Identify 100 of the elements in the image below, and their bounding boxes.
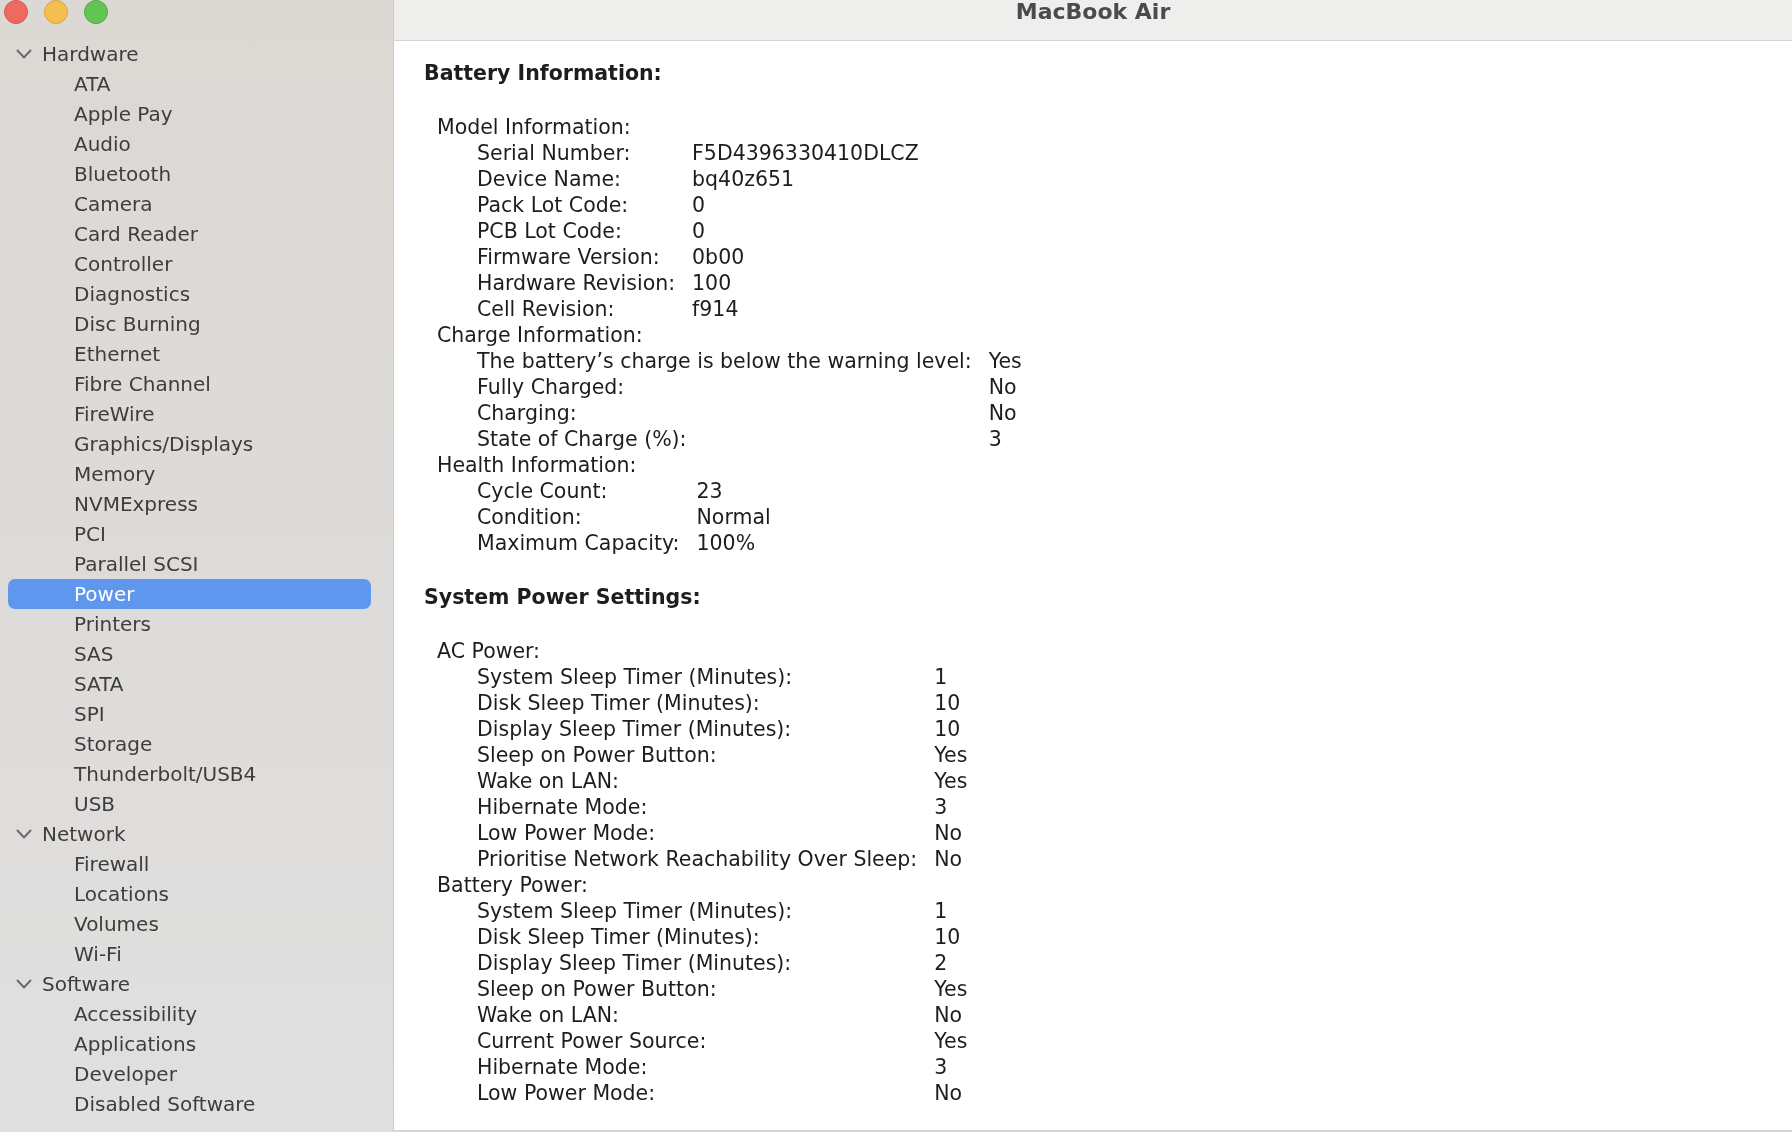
group-title: Health Information: (437, 452, 637, 478)
field-label: System Sleep Timer (Minutes): (476, 898, 794, 924)
field-value: No (934, 1080, 964, 1106)
group-title: Charge Information: (437, 322, 643, 348)
sidebar-item[interactable]: Accessibility (8, 999, 371, 1029)
chevron-icon[interactable] (16, 979, 32, 989)
sidebar-item[interactable]: SPI (8, 699, 371, 729)
sidebar-item[interactable]: FireWire (8, 399, 371, 429)
sidebar-item[interactable]: Developer (8, 1059, 371, 1089)
field-label: Sleep on Power Button: (476, 742, 718, 768)
field-label: Cell Revision: (476, 296, 616, 322)
field-value: Yes (988, 348, 1022, 374)
sidebar-item[interactable]: Apple Pay (8, 99, 371, 129)
sidebar-item[interactable]: Bluetooth (8, 159, 371, 189)
zoom-button[interactable] (84, 0, 108, 24)
field-label: Current Power Source: (476, 1028, 708, 1054)
field-value: Yes (934, 1028, 968, 1054)
sidebar-item[interactable]: ATA (8, 69, 371, 99)
field-label: State of Charge (%): (476, 426, 688, 452)
field-label: Charging: (476, 400, 578, 426)
field-label: Low Power Mode: (476, 820, 657, 846)
field-value: 2 (934, 950, 949, 976)
sidebar-item[interactable]: Disabled Software (8, 1089, 371, 1119)
sidebar-item[interactable]: Storage (8, 729, 371, 759)
field-label: Low Power Mode: (476, 1080, 657, 1106)
group-title: AC Power: (437, 638, 541, 664)
sidebar-item[interactable]: Firewall (8, 849, 371, 879)
field-value: No (988, 400, 1018, 426)
sidebar-item[interactable]: Diagnostics (8, 279, 371, 309)
field-label: Disk Sleep Timer (Minutes): (476, 924, 761, 950)
field-value: f914 (692, 296, 740, 322)
section-heading: System Power Settings: (424, 584, 701, 610)
field-value: 3 (934, 1054, 949, 1080)
field-label: Serial Number: (476, 140, 632, 166)
group-title: Model Information: (437, 114, 631, 140)
field-label: Pack Lot Code: (476, 192, 630, 218)
field-label: Sleep on Power Button: (476, 976, 718, 1002)
field-value: F5D4396330410DLCZ (692, 140, 919, 166)
field-label: Display Sleep Timer (Minutes): (476, 716, 793, 742)
field-value: No (988, 374, 1018, 400)
field-value: 23 (696, 478, 724, 504)
sidebar-item[interactable]: Card Reader (8, 219, 371, 249)
group-title: Battery Power: (437, 872, 588, 898)
field-label: Prioritise Network Reachability Over Sleep: (476, 846, 918, 872)
field-value: 10 (934, 716, 962, 742)
field-value: bq40z651 (692, 166, 796, 192)
sidebar-item[interactable]: Camera (8, 189, 371, 219)
field-label: Hibernate Mode: (476, 1054, 649, 1080)
field-value: 0 (692, 192, 707, 218)
field-label: System Sleep Timer (Minutes): (476, 664, 794, 690)
field-value: 3 (988, 426, 1003, 452)
sidebar-item[interactable]: Graphics/Displays (8, 429, 371, 459)
sidebar-item[interactable]: Thunderbolt/USB4 (8, 759, 371, 789)
sidebar-item[interactable]: Applications (8, 1029, 371, 1059)
field-value: Yes (934, 768, 968, 794)
sidebar-item[interactable]: NVMExpress (8, 489, 371, 519)
field-value: 100 (692, 270, 733, 296)
field-value: Yes (934, 742, 968, 768)
sidebar-category[interactable]: Network (8, 819, 371, 849)
sidebar-item[interactable]: Volumes (8, 909, 371, 939)
field-value: 1 (934, 664, 949, 690)
field-value: 3 (934, 794, 949, 820)
field-value: 0b00 (692, 244, 746, 270)
field-label: Hardware Revision: (476, 270, 676, 296)
field-value: Normal (696, 504, 771, 530)
field-value: 100% (696, 530, 757, 556)
field-value: 1 (934, 898, 949, 924)
sidebar-item[interactable]: Printers (8, 609, 371, 639)
chevron-icon[interactable] (16, 829, 32, 839)
sidebar-item[interactable]: Locations (8, 879, 371, 909)
sidebar-item[interactable]: Parallel SCSI (8, 549, 371, 579)
field-value: No (934, 1002, 964, 1028)
sidebar-item[interactable]: Memory (8, 459, 371, 489)
sidebar-item[interactable]: Controller (8, 249, 371, 279)
sidebar-item[interactable]: Fibre Channel (8, 369, 371, 399)
field-label: Hibernate Mode: (476, 794, 649, 820)
field-value: 0 (692, 218, 707, 244)
sidebar-item[interactable]: Ethernet (8, 339, 371, 369)
field-label: Firmware Version: (476, 244, 661, 270)
sidebar-item[interactable]: SAS (8, 639, 371, 669)
field-label: Wake on LAN: (476, 1002, 620, 1028)
sidebar-item[interactable]: Disc Burning (8, 309, 371, 339)
field-label: Disk Sleep Timer (Minutes): (476, 690, 761, 716)
window-title: MacBook Air (1015, 0, 1171, 23)
chevron-icon[interactable] (16, 49, 32, 59)
sidebar-item[interactable]: USB (8, 789, 371, 819)
close-button[interactable] (4, 0, 28, 24)
sidebar-item[interactable]: PCI (8, 519, 371, 549)
field-value: No (934, 820, 964, 846)
sidebar-category[interactable]: Software (8, 969, 371, 999)
field-value: No (934, 846, 964, 872)
field-label: Maximum Capacity: (476, 530, 680, 556)
field-label: Wake on LAN: (476, 768, 620, 794)
field-label: PCB Lot Code: (476, 218, 623, 244)
field-value: 10 (934, 690, 962, 716)
sidebar-category[interactable]: Hardware (8, 39, 371, 69)
field-label: Condition: (476, 504, 583, 530)
sidebar-item[interactable]: SATA (8, 669, 371, 699)
sidebar-item[interactable]: Wi-Fi (8, 939, 371, 969)
sidebar-item[interactable]: Audio (8, 129, 371, 159)
